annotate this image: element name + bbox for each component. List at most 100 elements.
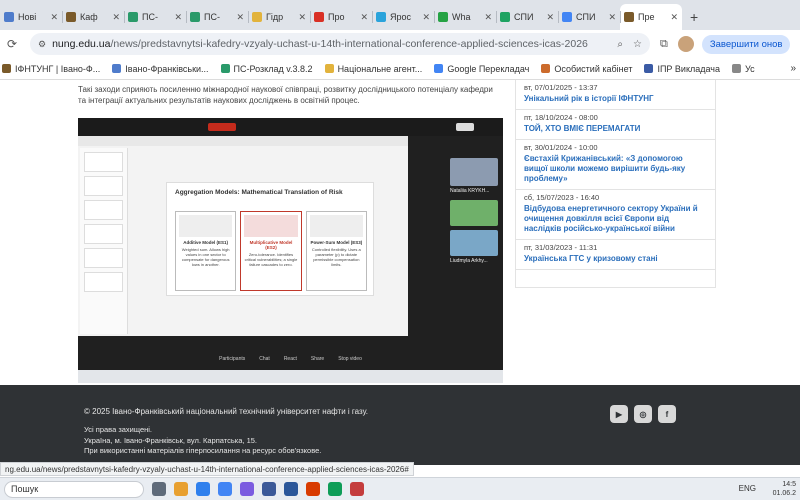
tab-close-icon[interactable]: ✕ xyxy=(298,12,306,23)
participant-name: Nataliia KRYKH... xyxy=(450,188,490,194)
zoom-icon[interactable]: ⌕ xyxy=(617,39,623,50)
bookmark-icon xyxy=(434,64,444,73)
bookmark-item[interactable]: Особистий кабінет xyxy=(541,64,632,74)
taskbar-search-input[interactable]: Пошук xyxy=(4,480,144,498)
bookmark-item[interactable]: ІФНТУНГ | Івано-Ф... xyxy=(2,64,100,74)
tab-close-icon[interactable]: ✕ xyxy=(360,12,368,23)
model-name: Power-Sum Model (ES3) xyxy=(310,240,363,245)
footer-rights: Усі права захищені. Україна, м. Івано-Фр… xyxy=(84,425,321,457)
tab-favicon-icon xyxy=(562,12,572,22)
browser-tab[interactable]: ПС- ✕ xyxy=(124,4,186,30)
bookmark-item[interactable]: ПС-Розклад v.3.8.2 xyxy=(220,64,313,74)
explorer-icon[interactable] xyxy=(174,482,188,496)
tab-label: СПИ xyxy=(576,12,596,22)
new-tab-button[interactable]: + xyxy=(682,4,706,30)
app-icon[interactable] xyxy=(240,482,254,496)
tab-close-icon[interactable]: ✕ xyxy=(422,12,430,23)
facebook-icon[interactable]: f xyxy=(658,405,676,423)
browser-tab[interactable]: СПИ ✕ xyxy=(558,4,620,30)
bookmark-item[interactable]: Google Перекладач xyxy=(434,64,529,74)
tab-favicon-icon xyxy=(500,12,510,22)
browser-tab-strip: Нові ✕ Каф ✕ ПС- ✕ ПС- ✕ Гідр ✕ Про ✕ Ярос ✕ Wha ✕ СПИ ✕ С… xyxy=(0,0,800,30)
bookmark-item[interactable]: ІПР Викладача xyxy=(644,64,720,74)
bookmark-star-icon[interactable]: ☆ xyxy=(633,39,642,50)
app2-icon[interactable] xyxy=(350,482,364,496)
model-desc: Controlled flexibility. Uses a parameter… xyxy=(311,247,361,267)
tab-favicon-icon xyxy=(128,12,138,22)
footer-address: Україна, м. Івано-Франківськ, вул. Карпа… xyxy=(84,435,257,445)
control-label: Chat xyxy=(259,356,270,362)
tab-close-icon[interactable]: ✕ xyxy=(236,12,244,23)
browser-tab[interactable]: Wha ✕ xyxy=(434,4,496,30)
tab-close-icon[interactable]: ✕ xyxy=(50,12,58,23)
instagram-icon[interactable]: ◎ xyxy=(634,405,652,423)
bookmark-item[interactable]: Ус xyxy=(732,64,755,74)
tab-label: Каф xyxy=(80,12,98,22)
browser-tab[interactable]: Гідр ✕ xyxy=(248,4,310,30)
tab-favicon-icon xyxy=(190,12,200,22)
browser-tab[interactable]: Каф ✕ xyxy=(62,4,124,30)
site-info-icon[interactable]: ⚙ xyxy=(38,39,46,50)
tab-favicon-icon xyxy=(624,12,634,22)
tab-label: ПС- xyxy=(142,12,158,22)
tab-close-icon[interactable]: ✕ xyxy=(546,12,554,23)
bookmark-item[interactable]: Національне агент... xyxy=(324,64,422,74)
news-title-link[interactable]: Євстахій Крижанівський: «З допомогою вищ… xyxy=(524,154,707,184)
clock[interactable]: 14:5 01.06.2 xyxy=(773,480,796,498)
conference-screenshot: Aggregation Models: Mathematical Transla… xyxy=(78,118,503,383)
news-sidebar: вт, 07/01/2025 - 13:37 Унікальний рік в і… xyxy=(515,80,716,288)
chrome2-icon[interactable] xyxy=(328,482,342,496)
model-card: Multiplicative Model (ES2) Zero-tolerance… xyxy=(240,211,302,291)
youtube-icon[interactable]: ▶ xyxy=(610,405,628,423)
more-bookmarks-icon[interactable]: » xyxy=(790,63,796,74)
browser-tab[interactable]: Про ✕ xyxy=(310,4,372,30)
tab-close-icon[interactable]: ✕ xyxy=(174,12,182,23)
tab-favicon-icon xyxy=(314,12,324,22)
url-input[interactable]: ⚙ nung.edu.ua /news/predstavnytsi-kafedr… xyxy=(30,33,650,55)
model-name: Multiplicative Model (ES2) xyxy=(249,240,293,250)
news-title-link[interactable]: Відбудова енергетичного сектору України … xyxy=(524,204,707,234)
model-desc: Weighted sum. Allows high values in one … xyxy=(181,247,230,267)
control-label: Stop video xyxy=(338,356,362,362)
browser-tab[interactable]: СПИ ✕ xyxy=(496,4,558,30)
tab-close-icon[interactable]: ✕ xyxy=(670,12,678,23)
news-title-link[interactable]: Українська ГТС у кризовому стані xyxy=(524,254,707,264)
news-item: вт, 30/01/2024 - 10:00 Євстахій Крижанівс… xyxy=(516,140,715,190)
reload-icon[interactable]: ⟳ xyxy=(0,37,24,51)
footer-copyright: © 2025 Івано-Франківський національний т… xyxy=(84,407,369,416)
chrome-icon[interactable] xyxy=(218,482,232,496)
browser-tab[interactable]: Ярос ✕ xyxy=(372,4,434,30)
bookmark-icon xyxy=(324,64,334,73)
bookmark-icon xyxy=(644,64,654,73)
tab-close-icon[interactable]: ✕ xyxy=(112,12,120,23)
meeting-controls: Participants Chat React Share Stop video xyxy=(78,340,503,362)
news-title-link[interactable]: ТОЙ, ХТО ВМІЄ ПЕРЕМАГАТИ xyxy=(524,124,707,134)
powerpoint-icon[interactable] xyxy=(306,482,320,496)
tab-label: Wha xyxy=(452,12,471,22)
finish-update-button[interactable]: Завершити онов xyxy=(701,34,791,54)
browser-tab[interactable]: Нові ✕ xyxy=(0,4,62,30)
windows-taskbar: Пошук ENG 14:5 01.06.2 xyxy=(0,477,800,500)
tab-close-icon[interactable]: ✕ xyxy=(484,12,492,23)
news-date: вт, 07/01/2025 - 13:37 xyxy=(524,83,598,92)
bookmark-label: Ус xyxy=(745,63,755,74)
news-date: вт, 30/01/2024 - 10:00 xyxy=(524,143,598,152)
extensions-icon[interactable]: ⧉ xyxy=(660,38,668,51)
browser-tab[interactable]: ПС- ✕ xyxy=(186,4,248,30)
profile-avatar[interactable] xyxy=(677,36,694,52)
tab-close-icon[interactable]: ✕ xyxy=(608,12,616,23)
word-icon[interactable] xyxy=(284,482,298,496)
tab-favicon-icon xyxy=(4,12,14,22)
browser-tab[interactable]: Пре ✕ xyxy=(620,4,682,30)
task-view-icon[interactable] xyxy=(152,482,166,496)
page-content: Такі заходи сприяють посиленню міжнародн… xyxy=(0,80,800,385)
bookmark-item[interactable]: Івано-Франківськи... xyxy=(112,64,209,74)
language-indicator[interactable]: ENG xyxy=(739,484,756,493)
article-paragraph: Такі заходи сприяють посиленню міжнародн… xyxy=(78,85,493,105)
news-title-link[interactable]: Унікальний рік в історії ІФНТУНГ xyxy=(524,94,707,104)
footer-note: При використанні матеріалів гіперпосилан… xyxy=(84,446,322,455)
clock-time: 14:5 xyxy=(782,481,796,488)
facebook-app-icon[interactable] xyxy=(262,482,276,496)
tab-favicon-icon xyxy=(376,12,386,22)
edge-icon[interactable] xyxy=(196,482,210,496)
